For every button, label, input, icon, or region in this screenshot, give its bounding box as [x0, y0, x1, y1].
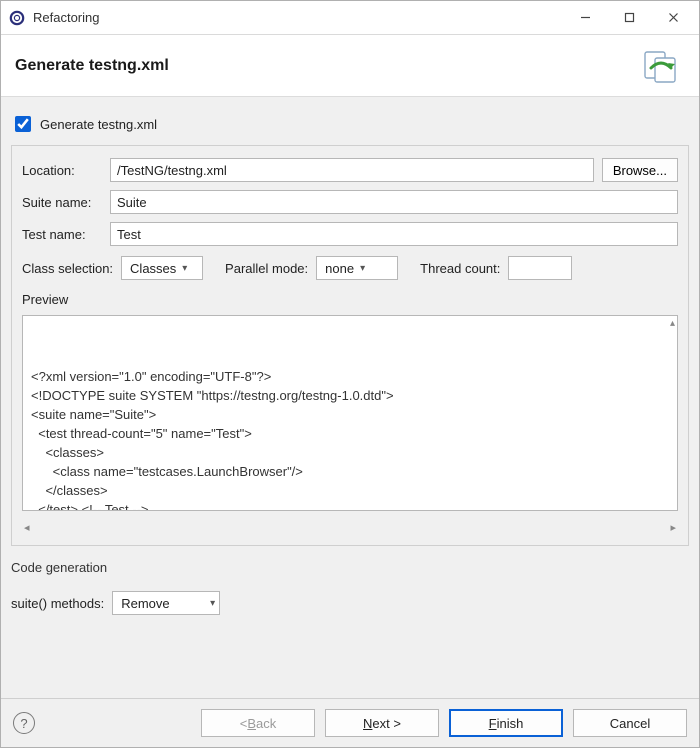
refactor-icon: [641, 46, 685, 86]
minimize-button[interactable]: [563, 3, 607, 33]
cancel-button[interactable]: Cancel: [573, 709, 687, 737]
test-name-row: Test name:: [22, 222, 678, 246]
form-group: Location: Browse... Suite name: Test nam…: [11, 145, 689, 546]
suite-name-row: Suite name:: [22, 190, 678, 214]
location-label: Location:: [22, 163, 102, 178]
class-selection-label: Class selection:: [22, 261, 113, 276]
content-area: Generate testng.xml Location: Browse... …: [1, 97, 699, 698]
chevron-down-icon: ▾: [182, 263, 187, 274]
page-title: Generate testng.xml: [15, 57, 641, 75]
preview-horizontal-scrollbar[interactable]: ◂ ▸: [22, 519, 678, 535]
back-button[interactable]: < Back: [201, 709, 315, 737]
thread-count-input[interactable]: [508, 256, 572, 280]
suite-methods-value: Remove: [121, 596, 169, 611]
generate-checkbox-label: Generate testng.xml: [40, 117, 157, 132]
class-selection-combo[interactable]: Classes ▾: [121, 256, 203, 280]
suite-methods-combo[interactable]: Remove ▾: [112, 591, 220, 615]
window-title: Refactoring: [33, 10, 99, 25]
scroll-right-icon[interactable]: ▸: [670, 521, 676, 534]
thread-count-label: Thread count:: [420, 261, 500, 276]
suite-name-label: Suite name:: [22, 195, 102, 210]
help-button[interactable]: ?: [13, 712, 35, 734]
footer: ? < Back Next > Finish Cancel: [1, 699, 699, 747]
scroll-left-icon[interactable]: ◂: [24, 521, 30, 534]
finish-button[interactable]: Finish: [449, 709, 563, 737]
test-name-input[interactable]: [110, 222, 678, 246]
chevron-down-icon: ▾: [360, 263, 365, 274]
page-banner: Generate testng.xml: [1, 35, 699, 97]
suite-name-input[interactable]: [110, 190, 678, 214]
test-name-label: Test name:: [22, 227, 102, 242]
parallel-mode-value: none: [325, 261, 354, 276]
preview-content: <?xml version="1.0" encoding="UTF-8"?><!…: [31, 367, 669, 511]
generate-checkbox[interactable]: [15, 116, 31, 132]
location-row: Location: Browse...: [22, 158, 678, 182]
scroll-up-icon[interactable]: ▴: [670, 318, 675, 329]
suite-methods-label: suite() methods:: [11, 596, 104, 611]
generate-checkbox-row: Generate testng.xml: [11, 107, 689, 145]
next-button[interactable]: Next >: [325, 709, 439, 737]
preview-label: Preview: [22, 292, 678, 307]
title-bar: Refactoring: [1, 1, 699, 35]
maximize-button[interactable]: [607, 3, 651, 33]
browse-button[interactable]: Browse...: [602, 158, 678, 182]
parallel-mode-label: Parallel mode:: [225, 261, 308, 276]
close-button[interactable]: [651, 3, 695, 33]
class-selection-value: Classes: [130, 261, 176, 276]
codegen-section-title: Code generation: [11, 560, 689, 575]
options-row: Class selection: Classes ▾ Parallel mode…: [22, 256, 678, 280]
app-icon: [9, 10, 25, 26]
location-input[interactable]: [110, 158, 594, 182]
chevron-down-icon: ▾: [210, 598, 215, 609]
parallel-mode-combo[interactable]: none ▾: [316, 256, 398, 280]
preview-textarea[interactable]: ▴ <?xml version="1.0" encoding="UTF-8"?>…: [22, 315, 678, 511]
suite-methods-row: suite() methods: Remove ▾: [11, 591, 689, 615]
